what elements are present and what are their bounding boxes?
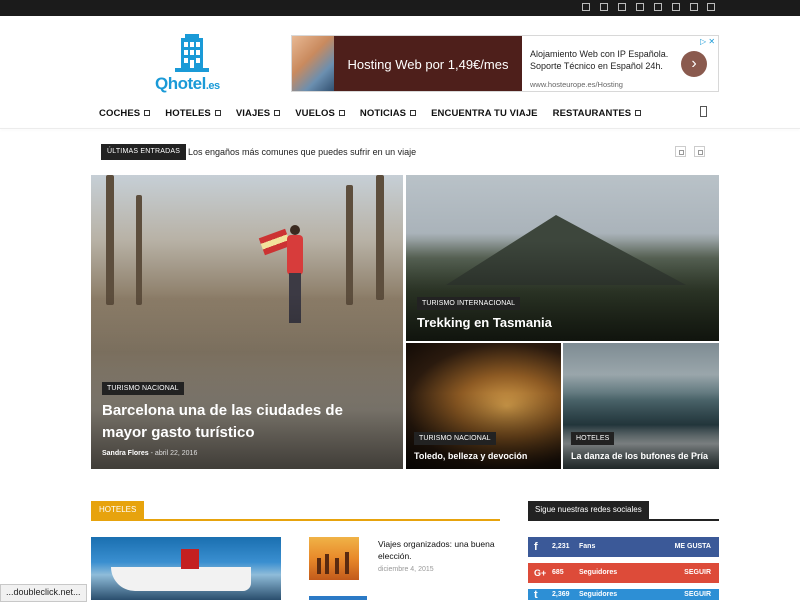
twitter-row[interactable]: t 2,369 Seguidores SEGUIR — [528, 589, 719, 600]
ad-copy: Alojamiento Web con IP Española. Soporte… — [530, 48, 668, 72]
facebook-row[interactable]: f 2,231 Fans ME GUSTA — [528, 537, 719, 557]
chevron-down-icon — [338, 110, 345, 116]
nav-label: COCHES — [99, 107, 141, 119]
ticker-headline[interactable]: Los engaños más comunes que puedes sufri… — [188, 145, 416, 159]
section-label[interactable]: HOTELES — [91, 501, 145, 519]
nav-item-restaurantes[interactable]: RESTAURANTES — [553, 104, 642, 122]
category-badge[interactable]: HOTELES — [571, 432, 615, 445]
facebook-label: Fans — [579, 543, 596, 550]
googleplus-label: Seguidores — [579, 569, 618, 576]
twitter-count: 2,369 — [552, 591, 570, 598]
nav-label: RESTAURANTES — [552, 107, 632, 119]
adchoices-icon[interactable]: ▷ ✕ — [700, 37, 715, 46]
ad-copy-line2: Soporte Técnico en Español 24h. — [530, 61, 663, 71]
category-badge[interactable]: TURISMO NACIONAL — [102, 382, 184, 395]
nav-item-viajes[interactable]: VIAJES — [235, 104, 281, 122]
social-icon[interactable] — [618, 3, 626, 11]
chevron-right-icon[interactable] — [694, 146, 705, 157]
nav-label: ENCUENTRA TU VIAJE — [431, 107, 538, 119]
chevron-left-icon[interactable] — [675, 146, 686, 157]
main-nav: COCHES HOTELES VIAJES VUELOS NOTICIAS EN… — [99, 104, 656, 122]
chevron-down-icon — [144, 110, 151, 116]
nav-label: VIAJES — [235, 107, 271, 119]
section-label: Sigue nuestras redes sociales — [528, 501, 649, 519]
social-icon[interactable] — [582, 3, 590, 11]
featured-title[interactable]: Barcelona una de las ciudades de mayor g… — [102, 400, 397, 444]
social-icon[interactable] — [636, 3, 644, 11]
social-icon[interactable] — [707, 3, 715, 11]
ad-copy-line1: Alojamiento Web con IP Española. — [530, 49, 669, 59]
chevron-right-icon[interactable]: › — [681, 51, 707, 77]
ad-url: www.hosteurope.es/Hosting — [530, 80, 623, 89]
chevron-down-icon — [410, 110, 417, 116]
logo-suffix: .es — [205, 80, 220, 92]
social-icon[interactable] — [654, 3, 662, 11]
post-author[interactable]: Sandra Flores — [102, 450, 149, 457]
ticker-label: ÚLTIMAS ENTRADAS — [101, 144, 187, 160]
chevron-down-icon — [635, 110, 642, 116]
chevron-down-icon — [214, 110, 221, 116]
facebook-icon: f — [534, 541, 538, 553]
article-image-cruise[interactable] — [91, 537, 281, 600]
section-header-redes: Sigue nuestras redes sociales — [528, 501, 719, 521]
twitter-follow-button[interactable]: SEGUIR — [684, 589, 711, 600]
featured-title-line1: Barcelona una de las ciudades de — [102, 402, 343, 419]
ad-headline: Hosting Web por 1,49€/mes — [334, 36, 522, 91]
googleplus-follow-button[interactable]: SEGUIR — [684, 563, 711, 583]
category-badge[interactable]: TURISMO NACIONAL — [414, 432, 496, 445]
facebook-like-button[interactable]: ME GUSTA — [675, 537, 711, 557]
nav-label: HOTELES — [165, 107, 211, 119]
twitter-label: Seguidores — [579, 591, 618, 598]
post-meta: Sandra Flores - abril 22, 2016 — [102, 450, 198, 457]
nav-label: VUELOS — [295, 107, 335, 119]
social-icon[interactable] — [672, 3, 680, 11]
article-thumbnail[interactable] — [309, 596, 367, 600]
nav-divider — [0, 128, 800, 129]
top-bar — [0, 0, 800, 16]
nav-item-vuelos[interactable]: VUELOS — [295, 104, 345, 122]
article-title-line2: elección. — [378, 551, 412, 561]
googleplus-row[interactable]: G+ 685 Seguidores SEGUIR — [528, 563, 719, 583]
nav-label: NOTICIAS — [359, 107, 407, 119]
facebook-count: 2,231 — [552, 543, 570, 550]
featured-title[interactable]: Toledo, belleza y devoción — [414, 451, 527, 461]
featured-pria[interactable]: HOTELES La danza de los bufones de Pría — [563, 343, 719, 469]
article-title[interactable]: Viajes organizados: una buena elección. — [378, 538, 498, 562]
hotel-logo-icon[interactable] — [175, 34, 209, 79]
featured-title-line2: mayor gasto turístico — [102, 424, 255, 441]
googleplus-count: 685 — [552, 569, 564, 576]
featured-title[interactable]: Trekking en Tasmania — [417, 315, 552, 330]
post-date: abril 22, 2016 — [154, 450, 198, 457]
featured-tasmania[interactable]: TURISMO INTERNACIONAL Trekking en Tasman… — [406, 175, 719, 341]
article-date: diciembre 4, 2015 — [378, 566, 434, 573]
article-title-line1: Viajes organizados: una buena — [378, 539, 495, 549]
featured-toledo[interactable]: TURISMO NACIONAL Toledo, belleza y devoc… — [406, 343, 561, 469]
site-logo[interactable]: Qhotel.es — [155, 74, 220, 94]
googleplus-icon: G+ — [534, 568, 547, 578]
browser-status-bar: ...doubleclick.net... — [0, 584, 87, 602]
logo-text: Qhotel — [155, 74, 206, 93]
nav-item-encuentra[interactable]: ENCUENTRA TU VIAJE — [431, 104, 538, 122]
ad-photo — [292, 36, 334, 91]
category-badge[interactable]: TURISMO INTERNACIONAL — [417, 297, 521, 310]
chevron-down-icon — [274, 110, 281, 116]
twitter-icon: t — [534, 589, 538, 600]
social-icon[interactable] — [690, 3, 698, 11]
nav-item-noticias[interactable]: NOTICIAS — [359, 104, 417, 122]
section-header-hoteles: HOTELES — [91, 501, 500, 521]
article-thumbnail[interactable] — [309, 537, 359, 580]
nav-item-hoteles[interactable]: HOTELES — [165, 104, 221, 122]
featured-title[interactable]: La danza de los bufones de Pría — [571, 451, 708, 461]
featured-main[interactable]: TURISMO NACIONAL Barcelona una de las ci… — [91, 175, 403, 469]
social-icon[interactable] — [600, 3, 608, 11]
nav-item-coches[interactable]: COCHES — [99, 104, 151, 122]
ad-banner[interactable]: Hosting Web por 1,49€/mes Alojamiento We… — [291, 35, 719, 92]
search-icon[interactable] — [700, 106, 707, 117]
